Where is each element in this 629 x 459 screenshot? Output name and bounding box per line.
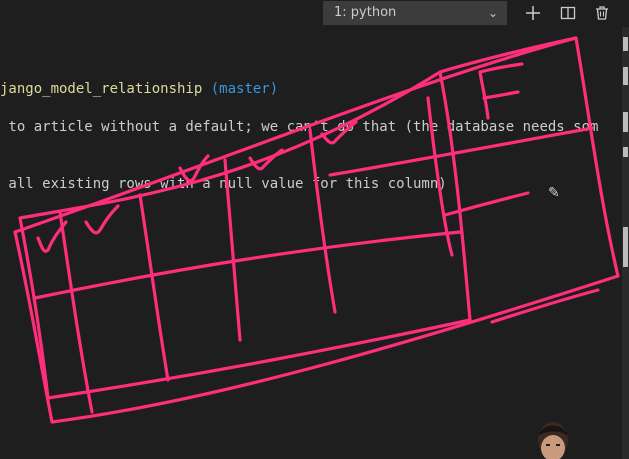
pen-cursor-icon: ✎ [548,185,560,201]
prompt-branch: (master) [210,81,279,97]
plus-icon [526,6,540,20]
terminal-selector[interactable]: 1: python ⌄ [323,1,507,25]
output-line-1: to article without a default; we can't d… [0,119,599,135]
terminal-scrollbar[interactable] [622,27,629,459]
scroll-marker [623,37,628,51]
terminal-toolbar: 1: python ⌄ [0,0,629,27]
scroll-marker [623,227,628,267]
scroll-marker [623,67,628,85]
prompt-line: jango_model_relationship (master) [0,79,278,99]
split-terminal-button[interactable] [557,2,579,24]
scroll-marker [623,112,628,132]
chevron-down-icon: ⌄ [487,6,498,20]
output-line-2: all existing rows with a null value for … [0,176,447,192]
split-icon [560,6,576,20]
terminal-output[interactable]: jango_model_relationship (master) to art… [0,27,622,459]
prompt-path: jango_model_relationship [0,81,203,97]
scroll-marker [623,147,628,157]
presenter-webcam-image [538,422,568,459]
trash-icon [596,6,608,20]
terminal-selector-value: 1: python [334,5,397,20]
kill-terminal-button[interactable] [591,2,613,24]
new-terminal-button[interactable] [522,2,544,24]
